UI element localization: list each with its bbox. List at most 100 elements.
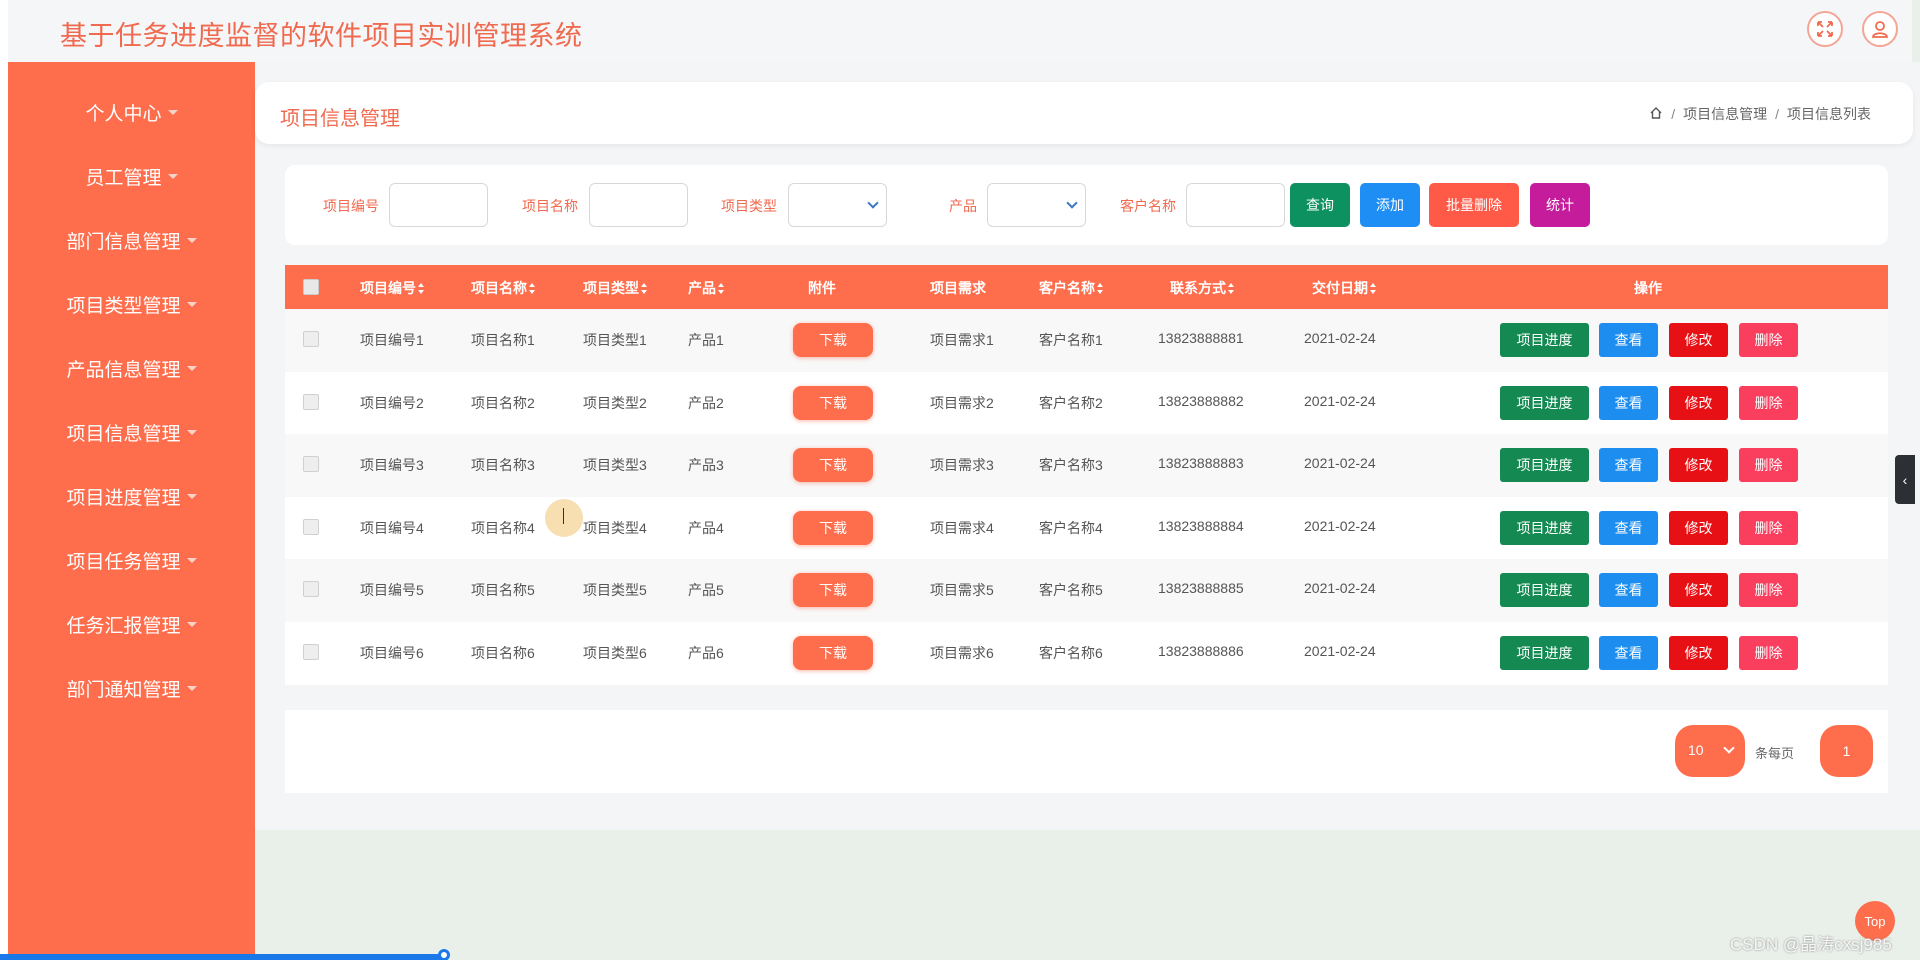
sidebar-item-project-task[interactable]: 项目任务管理 [8,528,255,592]
cell-customer: 客户名称3 [1039,457,1103,474]
row-checkbox[interactable] [303,518,319,535]
cell-product: 产品3 [688,457,724,474]
row-checkbox[interactable] [303,331,319,347]
caret-down-icon [186,365,197,371]
customer-input[interactable] [1186,183,1285,227]
project-type-select[interactable] [788,183,887,227]
edit-button[interactable]: 修改 [1669,323,1728,357]
download-button[interactable]: 下载 [793,448,873,483]
product-select[interactable] [987,183,1086,227]
home-icon[interactable] [1649,106,1663,123]
edit-button[interactable]: 修改 [1669,636,1728,670]
cell-product: 产品1 [688,332,724,348]
breadcrumb-item[interactable]: 项目信息管理 [1683,104,1767,124]
sort-icon[interactable] [641,283,647,294]
sidebar-item-personal-center[interactable]: 个人中心 [8,80,255,144]
breadcrumb-separator: / [1775,106,1779,122]
batch-delete-button[interactable]: 批量删除 [1429,183,1519,227]
progress-button[interactable]: 项目进度 [1500,323,1589,357]
progress-button[interactable]: 项目进度 [1500,636,1589,670]
project-no-input[interactable] [389,183,488,227]
download-button[interactable]: 下载 [793,385,873,420]
edit-button[interactable]: 修改 [1669,385,1728,420]
progress-button[interactable]: 项目进度 [1500,510,1589,545]
delete-button[interactable]: 删除 [1739,636,1798,670]
cell-customer: 客户名称5 [1039,582,1103,599]
sort-icon[interactable] [529,283,535,294]
sidebar-item-department[interactable]: 部门信息管理 [8,208,255,272]
cell-delivery-date: 2021-02-24 [1304,455,1376,472]
delete-button[interactable]: 删除 [1739,385,1798,420]
query-button[interactable]: 查询 [1290,183,1350,227]
sidebar-item-project-progress[interactable]: 项目进度管理 [8,464,255,528]
view-button[interactable]: 查看 [1599,448,1658,483]
page-size-select[interactable]: 10 [1675,725,1745,777]
cell-project-no: 项目编号2 [360,394,424,411]
fullscreen-icon[interactable] [1807,11,1843,47]
user-icon[interactable] [1862,11,1898,47]
delete-button[interactable]: 删除 [1739,323,1798,357]
sidebar-item-label: 项目进度管理 [66,487,181,509]
view-button[interactable]: 查看 [1599,510,1658,545]
download-button[interactable]: 下载 [793,323,873,357]
header-contact[interactable]: 联系方式 [1170,278,1234,298]
sort-icon[interactable] [1228,283,1234,294]
sidebar-item-dept-notice[interactable]: 部门通知管理 [8,656,255,720]
caret-down-icon [167,109,178,115]
header-delivery-date[interactable]: 交付日期 [1312,278,1376,298]
table-header: 项目编号 项目名称 项目类型 产品 附件 项目需求 客户名称 联系方式 交付日期… [285,265,1888,309]
edit-button[interactable]: 修改 [1669,573,1728,608]
sidebar-item-task-report[interactable]: 任务汇报管理 [8,592,255,656]
delete-button[interactable]: 删除 [1739,448,1798,483]
header-product[interactable]: 产品 [688,278,724,298]
sidebar-item-project-info[interactable]: 项目信息管理 [8,400,255,464]
progress-button[interactable]: 项目进度 [1500,573,1589,608]
progress-handle[interactable] [438,949,450,960]
row-checkbox[interactable] [303,644,319,660]
sort-icon[interactable] [1097,283,1103,294]
cell-requirement: 项目需求2 [930,394,994,411]
cell-project-name: 项目名称4 [471,519,535,536]
page-header: 项目信息管理 / 项目信息管理 / 项目信息列表 [255,82,1913,144]
header-project-type[interactable]: 项目类型 [583,278,647,298]
row-checkbox[interactable] [303,393,319,410]
download-button[interactable]: 下载 [793,636,873,670]
cell-delivery-date: 2021-02-24 [1304,517,1376,534]
cell-project-type: 项目类型3 [583,457,647,474]
header-customer[interactable]: 客户名称 [1039,278,1103,298]
sidebar-item-project-type[interactable]: 项目类型管理 [8,272,255,336]
caret-down-icon [186,429,197,435]
select-all-checkbox[interactable] [303,279,319,295]
view-button[interactable]: 查看 [1599,323,1658,357]
progress-button[interactable]: 项目进度 [1500,385,1589,420]
cell-project-name: 项目名称6 [471,645,535,661]
delete-button[interactable]: 删除 [1739,510,1798,545]
row-checkbox[interactable] [303,456,319,473]
cell-project-name: 项目名称5 [471,582,535,599]
delete-button[interactable]: 删除 [1739,573,1798,608]
sidebar-item-product[interactable]: 产品信息管理 [8,336,255,400]
view-button[interactable]: 查看 [1599,636,1658,670]
edit-button[interactable]: 修改 [1669,510,1728,545]
table-row: 项目编号2 项目名称2 项目类型2 产品2 项目需求2 客户名称2 13823888882 2… [285,372,1888,435]
view-button[interactable]: 查看 [1599,385,1658,420]
page-number-button[interactable]: 1 [1820,725,1873,777]
edit-button[interactable]: 修改 [1669,448,1728,483]
chevron-left-icon[interactable]: ‹ [1895,455,1915,504]
cell-delivery-date: 2021-02-24 [1304,330,1376,346]
sidebar-item-employee[interactable]: 员工管理 [8,144,255,208]
sort-icon[interactable] [418,283,424,294]
header-project-name[interactable]: 项目名称 [471,278,535,298]
stats-button[interactable]: 统计 [1530,183,1590,227]
page-size-label: 条每页 [1755,746,1795,761]
add-button[interactable]: 添加 [1360,183,1420,227]
progress-button[interactable]: 项目进度 [1500,448,1589,483]
project-name-input[interactable] [589,183,688,227]
sort-icon[interactable] [1370,283,1376,294]
download-button[interactable]: 下载 [793,510,873,545]
row-checkbox[interactable] [303,581,319,598]
sort-icon[interactable] [718,283,724,294]
view-button[interactable]: 查看 [1599,573,1658,608]
header-project-no[interactable]: 项目编号 [360,278,424,298]
download-button[interactable]: 下载 [793,573,873,608]
